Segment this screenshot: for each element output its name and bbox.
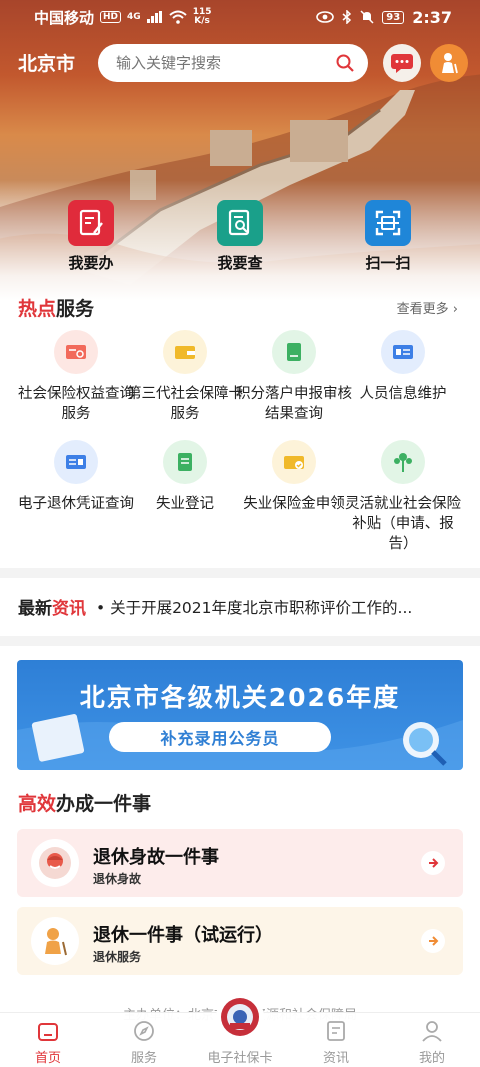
book-icon xyxy=(272,330,316,374)
hot-services-title: 热点服务 xyxy=(18,298,95,320)
chevron-right-icon: › xyxy=(448,302,458,317)
bluetooth-icon xyxy=(342,10,352,24)
search-input[interactable] xyxy=(116,54,316,72)
arrow-right-icon xyxy=(421,929,445,953)
service-item[interactable]: 社会保险权益查询服务 xyxy=(17,330,135,424)
badge-icon[interactable] xyxy=(218,995,262,1039)
elder-avatar-icon xyxy=(31,839,79,887)
document-edit-icon xyxy=(68,200,114,246)
battery-level: 93 xyxy=(382,10,405,24)
user-icon xyxy=(384,1019,480,1043)
id-card-icon xyxy=(381,330,425,374)
service-item[interactable]: 积分落户申报审核结果查询 xyxy=(235,330,353,424)
banner-title: 北京市各级机关2026年度 xyxy=(79,683,401,712)
home-icon xyxy=(0,1019,96,1043)
network-speed: 115 K/s xyxy=(192,7,212,26)
search-bar[interactable] xyxy=(98,44,368,82)
efficient-title: 高效办成一件事 xyxy=(18,793,152,815)
signal-icon xyxy=(146,11,162,23)
chat-icon xyxy=(391,54,413,73)
tree-icon xyxy=(381,440,425,484)
list-card-icon xyxy=(163,440,207,484)
tab-home[interactable]: 首页 xyxy=(0,1019,96,1066)
status-bar: 中国移动 HD 4G 115 K/s 93 2:37 xyxy=(0,0,480,34)
tab-services[interactable]: 服务 xyxy=(96,1019,192,1066)
news-icon xyxy=(288,1019,384,1043)
tab-news[interactable]: 资讯 xyxy=(288,1019,384,1066)
elder-person-icon xyxy=(442,53,458,74)
scan-icon xyxy=(365,200,411,246)
eye-icon xyxy=(316,11,335,23)
card-title: 退休身故一件事 xyxy=(93,847,219,868)
quick-action-label: 我要办 xyxy=(68,254,114,272)
city-selector[interactable]: 北京市 xyxy=(18,49,75,76)
card-search-icon xyxy=(54,330,98,374)
news-title: 最新资讯 xyxy=(18,599,86,619)
mute-bell-icon xyxy=(360,10,374,24)
banner-decoration xyxy=(17,714,463,770)
banner-subtitle: 补充录用公务员 xyxy=(109,722,331,752)
service-item[interactable]: 失业登记 xyxy=(126,440,244,514)
bottom-tab-bar: 首页 服务 电子社保卡 资讯 我的 xyxy=(0,995,480,1067)
search-icon[interactable] xyxy=(336,54,354,72)
network-type: 4G xyxy=(127,12,141,22)
wallet-check-icon xyxy=(272,440,316,484)
quick-action-query[interactable]: 我要查 xyxy=(195,200,285,273)
service-item[interactable]: 灵活就业社会保险补贴（申请、报告） xyxy=(344,440,462,554)
card-subtitle: 退休身故 xyxy=(93,872,142,886)
service-item[interactable]: 第三代社会保障卡服务 xyxy=(126,330,244,424)
id-card-icon xyxy=(54,440,98,484)
section-divider xyxy=(0,568,480,578)
clock: 2:37 xyxy=(412,7,452,27)
view-more-link[interactable]: 查看更多 › xyxy=(397,298,458,317)
tab-mine[interactable]: 我的 xyxy=(384,1019,480,1066)
service-item[interactable]: 人员信息维护 xyxy=(344,330,462,404)
card-subtitle: 退休服务 xyxy=(93,950,142,964)
top-header: 北京市 xyxy=(0,42,480,82)
news-headline[interactable]: • 关于开展2021年度北京市职称评价工作的... xyxy=(96,596,412,618)
service-item[interactable]: 失业保险金申领 xyxy=(235,440,353,514)
news-ticker[interactable]: 最新资讯 • 关于开展2021年度北京市职称评价工作的... xyxy=(18,594,412,620)
elder-mode-button[interactable] xyxy=(430,44,468,82)
compass-icon xyxy=(96,1019,192,1043)
quick-action-todo[interactable]: 我要办 xyxy=(46,200,136,273)
quick-action-label: 我要查 xyxy=(217,254,263,272)
quick-action-scan[interactable]: 扫一扫 xyxy=(343,200,433,273)
service-item[interactable]: 电子退休凭证查询 xyxy=(17,440,135,514)
wallet-icon xyxy=(163,330,207,374)
retirement-death-card[interactable]: 退休身故一件事 退休身故 xyxy=(17,829,463,897)
quick-action-label: 扫一扫 xyxy=(365,254,411,272)
wifi-icon xyxy=(169,10,187,24)
message-button[interactable] xyxy=(383,44,421,82)
retirement-card[interactable]: 退休一件事（试运行） 退休服务 xyxy=(17,907,463,975)
arrow-right-icon xyxy=(421,851,445,875)
document-search-icon xyxy=(217,200,263,246)
elder-person-icon xyxy=(31,917,79,965)
card-title: 退休一件事（试运行） xyxy=(93,925,273,946)
carrier-name: 中国移动 xyxy=(34,8,95,27)
recruitment-banner[interactable]: 北京市各级机关2026年度 补充录用公务员 xyxy=(17,660,463,770)
hd-badge: HD xyxy=(100,11,122,23)
section-divider xyxy=(0,636,480,646)
